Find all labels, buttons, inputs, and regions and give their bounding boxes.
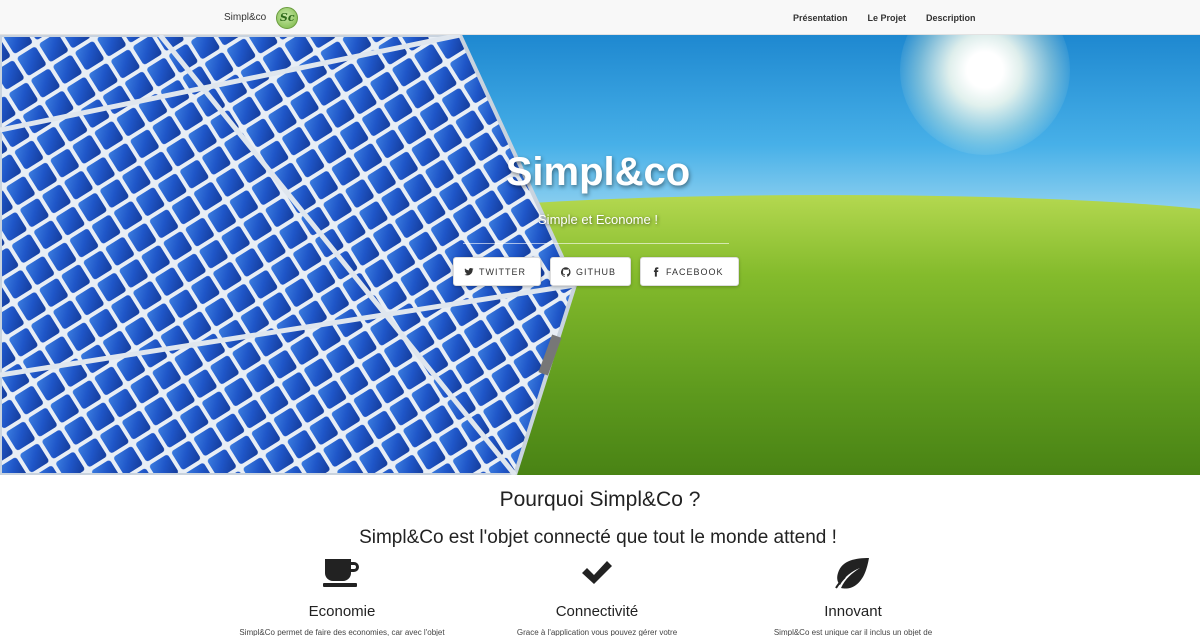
feature-title: Economie <box>308 603 376 620</box>
feature-title: Innovant <box>824 603 882 620</box>
feature-economie: Economie Simpl&Co permet de faire des ec… <box>212 555 472 636</box>
github-icon <box>561 266 571 277</box>
section-heading: Pourquoi Simpl&Co ? <box>499 488 701 511</box>
feature-text: Simpl&Co permet de faire des economies, … <box>239 628 445 636</box>
navbar: Simpl&co Sc Présentation Le Projet Descr… <box>0 0 1200 35</box>
facebook-button[interactable]: FACEBOOK <box>640 257 739 286</box>
hero-banner: Simpl&co Simple et Econome ! TWITTER GIT… <box>0 35 1200 475</box>
github-label: GITHUB <box>576 266 617 277</box>
brand[interactable]: Simpl&co Sc <box>224 0 299 35</box>
hero-divider <box>463 243 729 244</box>
nav-links: Présentation Le Projet Description <box>793 0 976 35</box>
social-buttons: TWITTER GITHUB FACEBOOK <box>453 257 739 286</box>
coffee-cup-icon <box>323 559 359 587</box>
facebook-icon <box>653 266 659 277</box>
hero-subtitle: Simple et Econome ! <box>538 212 658 227</box>
leaf-icon <box>835 558 869 589</box>
feature-title: Connectivité <box>555 603 639 620</box>
twitter-button[interactable]: TWITTER <box>453 257 541 286</box>
nav-link-description[interactable]: Description <box>926 13 976 23</box>
twitter-icon <box>464 267 474 275</box>
brand-logo-icon[interactable]: Sc <box>276 6 299 29</box>
feature-text: Grace à l'application vous pouvez gérer … <box>516 628 678 636</box>
nav-link-le-projet[interactable]: Le Projet <box>868 13 907 23</box>
github-button[interactable]: GITHUB <box>550 257 631 286</box>
section-subheading: Simpl&Co est l'objet connecté que tout l… <box>359 527 837 548</box>
checkmark-icon <box>582 561 612 584</box>
hero-content: Simpl&co Simple et Econome ! TWITTER GIT… <box>0 35 1200 475</box>
feature-connectivite: Connectivité Grace à l'application vous … <box>467 555 727 636</box>
feature-text: Simpl&Co est unique car il inclus un obj… <box>773 628 933 636</box>
twitter-label: TWITTER <box>479 266 526 277</box>
hero-title: Simpl&co <box>505 150 691 194</box>
feature-innovant: Innovant Simpl&Co est unique car il incl… <box>723 555 983 636</box>
brand-name[interactable]: Simpl&co <box>224 12 266 23</box>
facebook-label: FACEBOOK <box>666 266 724 277</box>
nav-link-presentation[interactable]: Présentation <box>793 13 848 23</box>
